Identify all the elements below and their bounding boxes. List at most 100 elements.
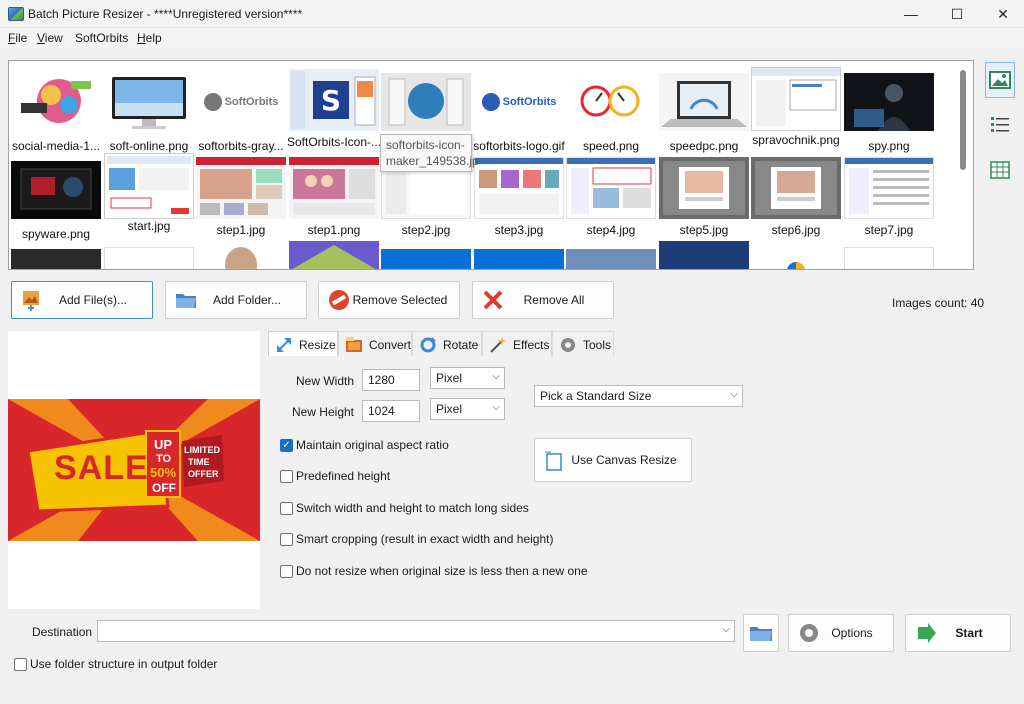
thumbnail-image [751, 67, 841, 131]
menu-bar: File View SoftOrbits Help [0, 28, 1024, 48]
thumbnail-image[interactable] [289, 241, 379, 269]
thumbnail-item[interactable]: speedpc.png [659, 73, 749, 153]
image-preview: SALE UP TO 50% OFF LIMITED TIME OFFER [8, 331, 260, 609]
thumbnail-image [381, 73, 471, 131]
checkbox-box [280, 532, 293, 546]
predefined-height-label: Predefined height [296, 469, 391, 483]
height-unit-select[interactable]: Pixel ⌵ [430, 398, 505, 420]
thumbnail-item[interactable]: step1.jpg [196, 157, 286, 237]
thumbnail-item[interactable]: SoftOrbits softorbits-gray... [196, 73, 286, 153]
thumbnail-image[interactable] [474, 249, 564, 269]
thumbnail-item[interactable]: step1.png [289, 157, 379, 237]
thumbnail-caption: start.jpg [127, 219, 171, 233]
thumbnail-image [104, 73, 194, 131]
thumbnail-item[interactable]: spyware.png [11, 161, 101, 241]
list-view-button[interactable] [985, 106, 1015, 142]
thumbnail-caption: spravochnik.png [752, 133, 840, 147]
thumbnail-image[interactable] [659, 241, 749, 269]
thumbnail-item[interactable]: step7.jpg [844, 157, 934, 237]
checkbox-box [280, 501, 293, 515]
standard-size-select[interactable]: Pick a Standard Size ⌵ [534, 385, 743, 407]
thumbnail-image[interactable] [104, 247, 194, 269]
checkbox-box [280, 564, 293, 578]
table-view-button[interactable] [985, 152, 1015, 188]
thumbnail-item[interactable]: step5.jpg [659, 157, 749, 237]
menu-help[interactable]: Help [137, 31, 162, 45]
close-button[interactable]: ✕ [980, 0, 1024, 28]
menu-softorbits[interactable]: SoftOrbits [75, 31, 128, 45]
delete-x-icon [483, 290, 503, 310]
maximize-button[interactable]: ☐ [934, 0, 980, 28]
thumbnail-scrollbar[interactable] [960, 70, 966, 170]
thumbnail-image[interactable] [11, 249, 101, 269]
thumbnail-item[interactable]: step4.jpg [566, 157, 656, 237]
thumbnail-item[interactable]: speed.png [566, 73, 656, 153]
add-files-button[interactable]: Add File(s)... [11, 281, 153, 319]
thumbnail-item[interactable]: S SoftOrbits-Icon-... [287, 69, 381, 149]
folder-icon [176, 294, 196, 308]
new-height-input[interactable]: 1024 [362, 400, 420, 422]
thumbnail-item[interactable]: start.jpg [104, 153, 194, 233]
thumbnail-image [289, 157, 379, 219]
tab-resize[interactable]: Resize [268, 331, 338, 357]
title-bar: Batch Picture Resizer - ****Unregistered… [0, 0, 1024, 28]
chevron-down-icon[interactable]: ⌵ [722, 624, 730, 635]
no-resize-smaller-label: Do not resize when original size is less… [296, 564, 588, 578]
canvas-resize-label: Use Canvas Resize [571, 453, 677, 467]
thumbnail-caption: step1.jpg [216, 223, 266, 237]
thumbnail-image: S [289, 69, 379, 131]
thumbnail-image[interactable] [381, 249, 471, 269]
thumbnail-item[interactable]: SoftOrbits softorbits-logo.gif [473, 73, 565, 153]
folder-structure-checkbox[interactable]: Use folder structure in output folder [14, 657, 217, 671]
add-folder-label: Add Folder... [212, 293, 282, 307]
maintain-aspect-checkbox[interactable]: ✓ Maintain original aspect ratio [280, 438, 449, 452]
thumbnail-view-button[interactable] [985, 62, 1015, 98]
thumbnail-caption: step2.jpg [401, 223, 451, 237]
browse-folder-button[interactable] [743, 614, 779, 652]
remove-selected-button[interactable]: Remove Selected [318, 281, 460, 319]
thumbnail-image[interactable] [196, 241, 286, 269]
thumbnail-item[interactable]: social-media-1... [11, 73, 101, 153]
tab-tools[interactable]: Tools [552, 331, 614, 357]
thumbnail-item[interactable]: step6.jpg [751, 157, 841, 237]
destination-input[interactable]: ⌵ [97, 620, 735, 642]
add-folder-button[interactable]: Add Folder... [165, 281, 307, 319]
thumbnail-image: SoftOrbits [196, 73, 286, 131]
thumbnail-list[interactable]: social-media-1... soft-online.png SoftOr… [8, 60, 974, 270]
no-resize-smaller-checkbox[interactable]: Do not resize when original size is less… [280, 564, 588, 578]
new-width-label: New Width [295, 374, 354, 388]
smart-crop-checkbox[interactable]: Smart cropping (result in exact width an… [280, 532, 553, 546]
thumbnail-image[interactable] [566, 249, 656, 269]
width-unit-select[interactable]: Pixel ⌵ [430, 367, 505, 389]
thumbnail-item[interactable]: soft-online.png [104, 73, 194, 153]
tab-effects[interactable]: Effects [482, 331, 552, 357]
start-button[interactable]: Start [905, 614, 1011, 652]
menu-view[interactable]: View [37, 31, 63, 45]
options-label: Options [831, 626, 873, 640]
thumbnail-image [566, 157, 656, 219]
new-width-input[interactable]: 1280 [362, 369, 420, 391]
thumbnail-image[interactable] [751, 257, 841, 269]
predefined-height-checkbox[interactable]: Predefined height [280, 469, 390, 483]
menu-file[interactable]: File [8, 31, 27, 45]
thumbnail-item[interactable] [381, 73, 471, 131]
tab-convert-label: Convert [368, 337, 411, 352]
thumbnail-item[interactable]: spravochnik.png [751, 67, 841, 147]
table-icon [990, 161, 1010, 179]
thumbnail-item[interactable]: step3.jpg [474, 157, 564, 237]
tab-rotate[interactable]: Rotate [412, 331, 482, 357]
thumbnail-item[interactable]: spy.png [844, 73, 934, 153]
promo-off-text: OFF [152, 481, 176, 495]
canvas-resize-button[interactable]: Use Canvas Resize [534, 438, 692, 482]
minimize-button[interactable]: — [888, 0, 934, 28]
magic-wand-icon [490, 336, 506, 353]
promo-percent-text: 50% [150, 465, 177, 480]
tab-rotate-label: Rotate [443, 337, 479, 352]
remove-all-button[interactable]: Remove All [472, 281, 614, 319]
thumbnail-image[interactable] [844, 247, 934, 269]
thumbnail-caption: softorbits-logo.gif [473, 139, 565, 153]
thumbnail-caption: softorbits-gray... [198, 139, 284, 153]
switch-wh-checkbox[interactable]: Switch width and height to match long si… [280, 501, 529, 515]
tab-convert[interactable]: Convert [338, 331, 412, 357]
options-button[interactable]: Options [788, 614, 894, 652]
